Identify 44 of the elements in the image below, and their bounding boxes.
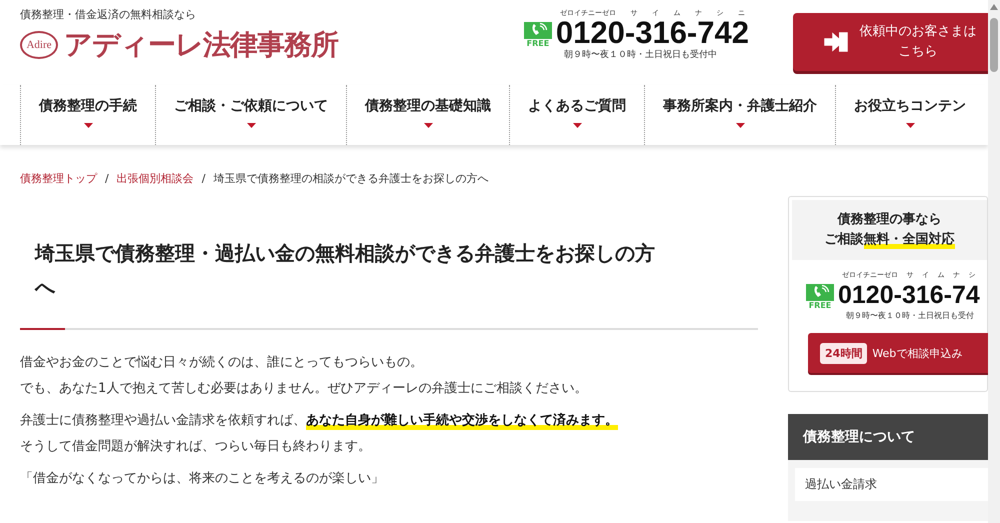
breadcrumb-link[interactable]: 債務整理トップ xyxy=(20,171,97,186)
body-text: 弁護士に債務整理や過払い金請求を依頼すれば、あなた自身が難しい手続や交渉をしなくて済みます。 xyxy=(20,412,619,432)
nav-item[interactable]: 債務整理の手続 xyxy=(20,85,155,145)
free-dial-icon xyxy=(524,22,552,39)
breadcrumb-separator: / xyxy=(202,172,206,185)
client-login-button[interactable]: 依頼中のお客さまは こちら xyxy=(793,13,988,71)
menu-item[interactable]: 過払い金請求 xyxy=(795,468,988,501)
card-title: ご相談無料・全国対応 xyxy=(824,230,956,250)
nav-item[interactable]: よくあるご質問 xyxy=(509,85,644,145)
web-consult-button[interactable]: 24時間 Webで相談申込み xyxy=(808,333,988,373)
body-text: 借金やお金のことで悩む日々が続くのは、誰にとってもつらいもの。 xyxy=(20,354,424,372)
body-text: 「借金がなくなってからは、将来のことを考えるのが楽しい」 xyxy=(20,470,385,488)
tagline: 債務整理・借金返済の無料相談なら xyxy=(20,7,197,22)
body-text: でも、あなた1人で抱えて苦しむ必要はありません。ぜひアディーレの弁護士にご相談ください。 xyxy=(20,380,588,398)
scrollbar[interactable] xyxy=(988,0,1000,523)
business-hours: 朝９時〜夜１０時・土日祝日も受付 xyxy=(846,310,975,321)
body-text: そうして借金問題が解決すれば、つらい毎日も終わります。 xyxy=(20,438,372,456)
scrollbar-thumb[interactable] xyxy=(990,18,998,72)
menu-heading: 債務整理について xyxy=(788,414,988,460)
caret-icon xyxy=(246,123,256,128)
caret-icon xyxy=(424,123,432,128)
free-label: FREE xyxy=(808,301,832,310)
caret-icon xyxy=(906,123,914,128)
caret-icon xyxy=(84,123,92,128)
breadcrumb-current: 埼玉県で債務整理の相談ができる弁護士をお探しの方へ xyxy=(213,171,488,186)
card-title: 債務整理の事なら xyxy=(836,211,942,229)
free-label: FREE xyxy=(526,39,550,48)
phone-number[interactable]: 0120-316-742 xyxy=(556,18,749,48)
caret-icon xyxy=(572,123,582,128)
enter-icon xyxy=(823,31,850,53)
logo-text[interactable]: アディーレ法律事務所 xyxy=(64,26,338,64)
nav-item[interactable]: ご相談・ご依頼について xyxy=(155,85,346,145)
scroll-up-icon[interactable] xyxy=(990,4,998,10)
page-title: 埼玉県で債務整理・過払い金の無料相談ができる弁護士をお探しの方へ xyxy=(20,236,758,330)
business-hours: 朝９時〜夜１０時・土日祝日も受付中 xyxy=(564,48,718,61)
phone-number[interactable]: 0120-316-74 xyxy=(838,280,980,310)
nav-item[interactable]: 事務所案内・弁護士紹介 xyxy=(644,85,835,145)
logo-mark[interactable]: Adire xyxy=(20,31,58,59)
nav-item[interactable]: お役立ちコンテン xyxy=(835,85,984,145)
nav-item[interactable]: 債務整理の基礎知識 xyxy=(346,85,509,145)
breadcrumb-link[interactable]: 出張個別相談会 xyxy=(116,171,194,186)
free-dial-icon xyxy=(806,284,834,301)
breadcrumb-separator: / xyxy=(105,172,109,185)
caret-icon xyxy=(736,123,744,128)
